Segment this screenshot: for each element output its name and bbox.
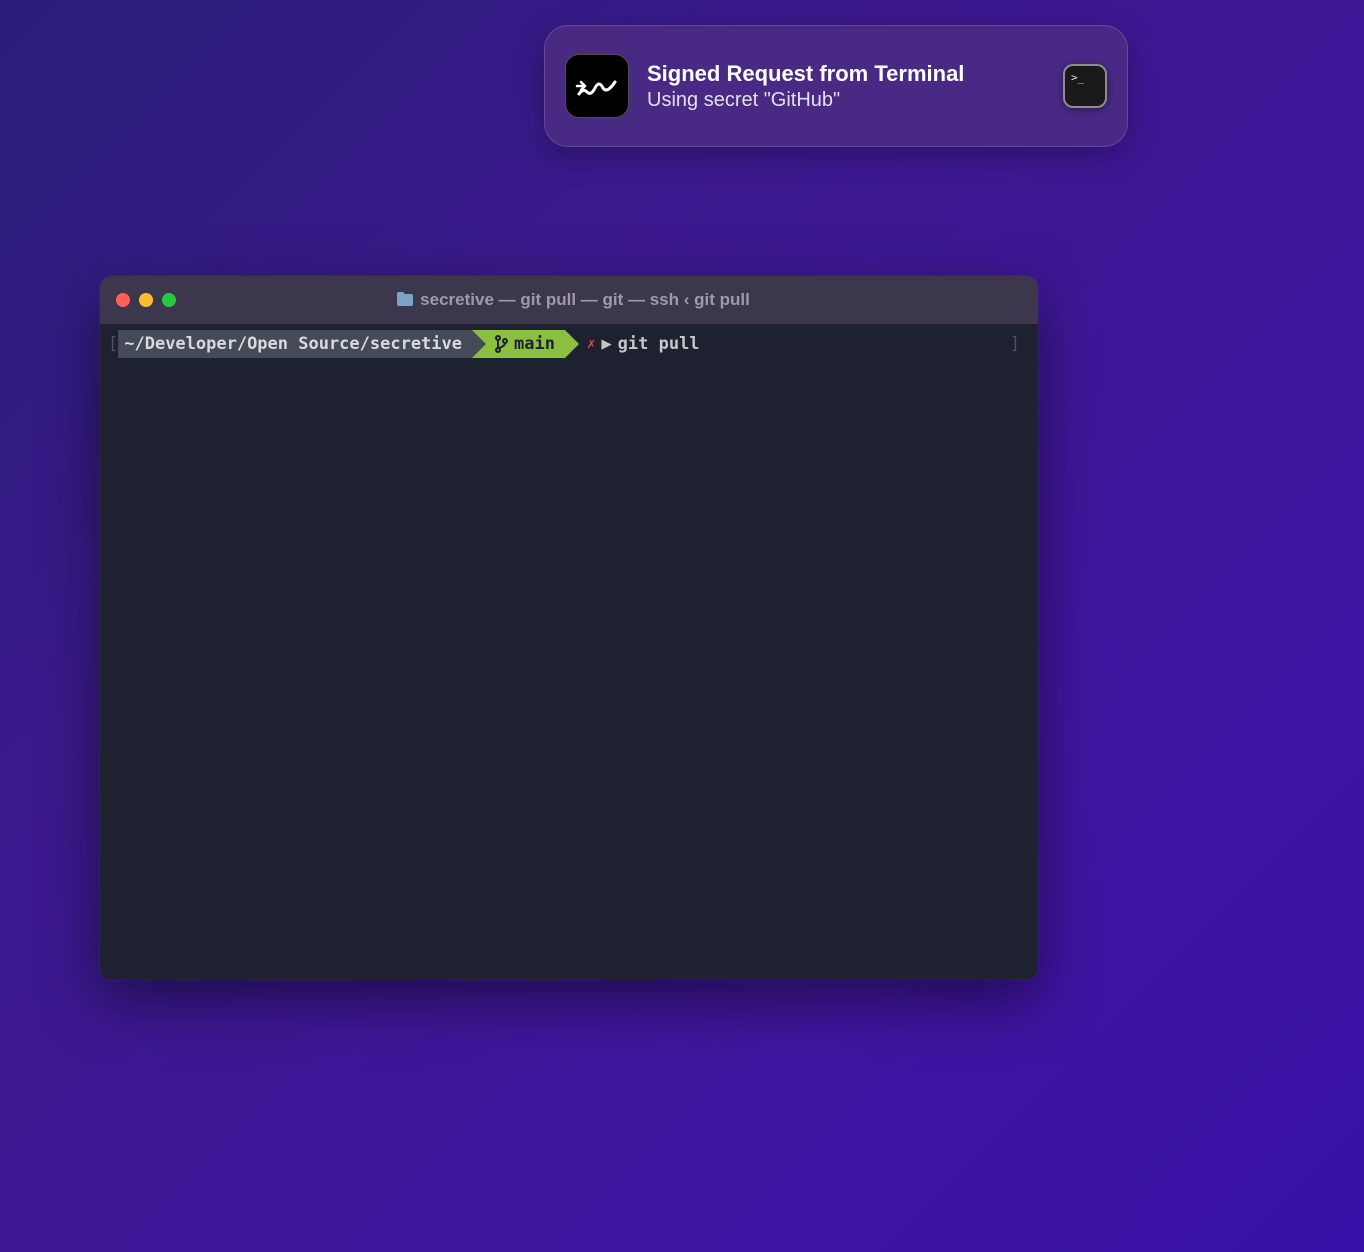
folder-icon bbox=[396, 291, 414, 307]
git-branch-icon bbox=[494, 335, 508, 353]
branch-name: main bbox=[514, 334, 555, 354]
terminal-app-icon: >_ bbox=[1063, 64, 1107, 108]
prompt-line: [ ~/Developer/Open Source/secretive main… bbox=[108, 330, 1030, 358]
bracket-right: ] bbox=[1010, 334, 1020, 354]
dirty-indicator-icon: ✗ bbox=[587, 336, 595, 352]
notification-subtitle: Using secret "GitHub" bbox=[647, 89, 1045, 112]
notification-text: Signed Request from Terminal Using secre… bbox=[647, 61, 1045, 112]
entered-command: git pull bbox=[618, 334, 700, 354]
terminal-body[interactable]: [ ~/Developer/Open Source/secretive main… bbox=[100, 324, 1038, 364]
terminal-icon-glyph: >_ bbox=[1071, 72, 1084, 83]
bracket-left: [ bbox=[108, 334, 118, 354]
terminal-titlebar[interactable]: secretive — git pull — git — ssh ‹ git p… bbox=[100, 276, 1038, 324]
terminal-window[interactable]: secretive — git pull — git — ssh ‹ git p… bbox=[100, 276, 1038, 980]
signed-request-notification[interactable]: Signed Request from Terminal Using secre… bbox=[544, 25, 1128, 147]
prompt-path-segment: ~/Developer/Open Source/secretive bbox=[118, 330, 472, 358]
notification-title: Signed Request from Terminal bbox=[647, 61, 1045, 87]
window-title: secretive — git pull — git — ssh ‹ git p… bbox=[420, 290, 750, 310]
prompt-chevron-icon: ▶ bbox=[601, 334, 611, 354]
signature-icon bbox=[575, 64, 619, 108]
title-content: secretive — git pull — git — ssh ‹ git p… bbox=[124, 290, 1022, 310]
secretive-app-icon bbox=[565, 54, 629, 118]
